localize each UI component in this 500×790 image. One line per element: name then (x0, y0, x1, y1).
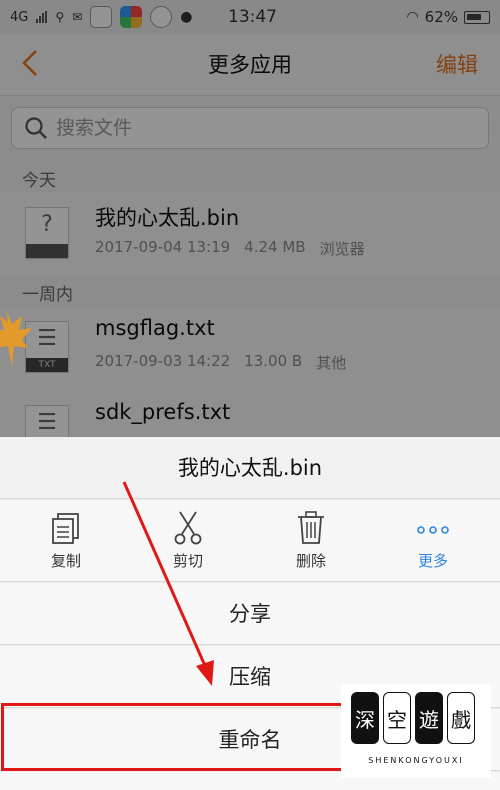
logo-subtitle: SHENKONGYOUXI (368, 756, 464, 765)
trash-icon (298, 511, 324, 544)
sheet-title: 我的心太乱.bin (0, 437, 500, 499)
scissors-icon (174, 511, 202, 545)
cut-label: 剪切 (172, 552, 203, 570)
modal-backdrop[interactable] (0, 0, 500, 440)
action-bar: 复制 剪切 删除 更多 (0, 500, 500, 582)
logo-char: 空 (383, 692, 411, 744)
more-dots-icon (417, 526, 449, 534)
delete-label: 删除 (295, 552, 326, 570)
more-label: 更多 (417, 552, 448, 570)
copy-button[interactable]: 复制 (16, 500, 116, 582)
share-item[interactable]: 分享 (0, 583, 500, 645)
logo-char: 深 (351, 692, 379, 744)
more-button[interactable]: 更多 (383, 500, 483, 582)
logo-char: 遊 (415, 692, 443, 744)
maple-leaf-icon (0, 310, 32, 366)
logo-char: 戲 (447, 692, 475, 744)
copy-icon (52, 513, 79, 544)
cut-button[interactable]: 剪切 (138, 500, 238, 582)
watermark-logo: 深 空 遊 戲 SHENKONGYOUXI (341, 684, 491, 778)
delete-button[interactable]: 删除 (261, 500, 361, 582)
copy-label: 复制 (50, 552, 81, 570)
